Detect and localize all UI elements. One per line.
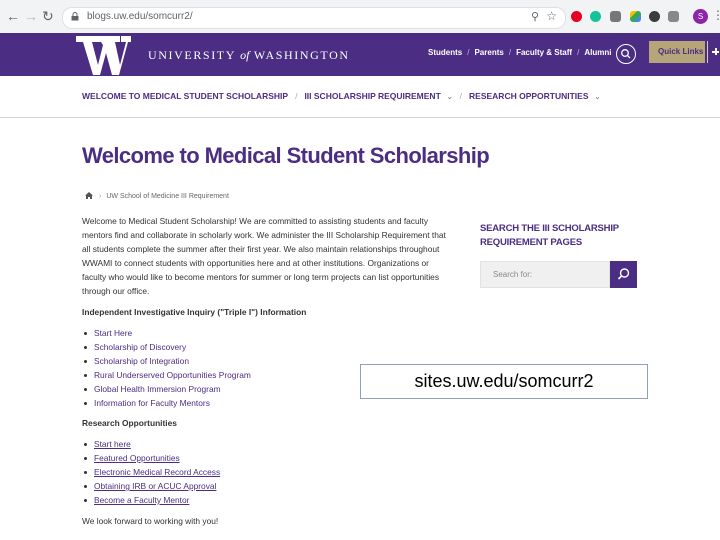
breadcrumb: › UW School of Medicine III Requirement [85, 192, 229, 200]
section-heading-research: Research Opportunities [82, 418, 177, 428]
chevron-down-icon[interactable]: ⌄ [447, 94, 453, 101]
pinterest-extension-icon[interactable] [571, 11, 582, 22]
nav-research-opportunities[interactable]: RESEARCH OPPORTUNITIES [469, 91, 589, 101]
home-icon[interactable] [85, 192, 93, 199]
search-input[interactable] [481, 262, 603, 287]
lock-icon [71, 12, 79, 21]
list-item[interactable]: Scholarship of Discovery [82, 340, 251, 354]
nav-welcome[interactable]: WELCOME TO MEDICAL STUDENT SCHOLARSHIP [82, 91, 288, 101]
caption-text: sites.uw.edu/somcurr2 [414, 371, 594, 391]
list-item[interactable]: Start Here [82, 326, 251, 340]
sidebar-search-button[interactable] [610, 261, 637, 288]
grammarly-extension-icon[interactable] [590, 11, 601, 22]
list-item[interactable]: Start here [82, 437, 220, 451]
site-navigation: WELCOME TO MEDICAL STUDENT SCHOLARSHIP / I… [0, 76, 720, 118]
wordmark-of: of [240, 48, 250, 62]
triple-i-links: Start Here Scholarship of Discovery Scho… [82, 326, 251, 410]
puzzle-extension-icon[interactable] [668, 11, 679, 22]
closing-text: We look forward to working with you! [82, 516, 219, 526]
search-icon [617, 268, 630, 280]
intro-paragraph: Welcome to Medical Student Scholarship! … [82, 216, 446, 296]
uw-header-banner: UNIVERSITY of WASHINGTON Students / Parent… [0, 33, 720, 76]
bookmark-star-icon[interactable]: ☆ [546, 9, 557, 23]
list-item[interactable]: Obtaining IRB or ACUC Approval [82, 479, 220, 493]
sidebar-search-heading: SEARCH THE III SCHOLARSHIP REQUIREMENT P… [480, 223, 619, 248]
page-title: Welcome to Medical Student Scholarship [82, 143, 490, 168]
quick-links-button[interactable]: Quick Links [649, 41, 705, 63]
address-bar[interactable]: blogs.uw.edu/somcurr2/ ⚲ ☆ [62, 7, 566, 29]
sidebar-search-field[interactable] [480, 261, 610, 288]
audience-links: Students / Parents / Faculty & Staff / Alumni [428, 48, 612, 57]
link-students[interactable]: Students [428, 48, 462, 57]
chevron-down-icon[interactable]: ⌄ [595, 94, 601, 101]
research-links: Start here Featured Opportunities Electr… [82, 437, 220, 507]
browser-menu-icon[interactable]: ⋮ [712, 8, 720, 22]
university-wordmark: UNIVERSITY of WASHINGTON [148, 48, 350, 63]
nav-iii-requirement[interactable]: III SCHOLARSHIP REQUIREMENT [304, 91, 440, 101]
link-parents[interactable]: Parents [474, 48, 503, 57]
section-heading-triple-i: Independent Investigative Inquiry ("Trip… [82, 307, 307, 317]
uw-w-logo[interactable] [75, 33, 131, 76]
link-alumni[interactable]: Alumni [584, 48, 611, 57]
wordmark-washington: WASHINGTON [253, 48, 350, 62]
url-text: blogs.uw.edu/somcurr2/ [87, 11, 193, 22]
link-faculty-staff[interactable]: Faculty & Staff [516, 48, 572, 57]
search-icon [621, 49, 631, 59]
list-item[interactable]: Information for Faculty Mentors [82, 396, 251, 410]
plus-icon[interactable] [707, 41, 720, 63]
list-item[interactable]: Rural Underserved Opportunities Program [82, 368, 251, 382]
zoom-icon[interactable]: ⚲ [531, 10, 539, 23]
browser-toolbar: ← → ↻ blogs.uw.edu/somcurr2/ ⚲ ☆ S ⋮ [0, 0, 720, 34]
back-arrow-icon[interactable]: ← [6, 8, 20, 24]
list-item[interactable]: Featured Opportunities [82, 451, 220, 465]
forward-arrow-icon[interactable]: → [24, 8, 38, 24]
g-extension-icon[interactable] [610, 11, 621, 22]
dark-extension-icon[interactable] [649, 11, 660, 22]
list-item[interactable]: Global Health Immersion Program [82, 382, 251, 396]
list-item[interactable]: Scholarship of Integration [82, 354, 251, 368]
drive-extension-icon[interactable] [630, 11, 641, 22]
reload-icon[interactable]: ↻ [42, 8, 54, 24]
profile-avatar[interactable]: S [693, 9, 708, 24]
breadcrumb-current: UW School of Medicine III Requirement [106, 193, 229, 200]
site-search-button[interactable] [616, 44, 636, 64]
wordmark-university: UNIVERSITY [148, 48, 236, 62]
list-item[interactable]: Become a Faculty Mentor [82, 493, 220, 507]
list-item[interactable]: Electronic Medical Record Access [82, 465, 220, 479]
url-caption-box: sites.uw.edu/somcurr2 [360, 364, 648, 399]
